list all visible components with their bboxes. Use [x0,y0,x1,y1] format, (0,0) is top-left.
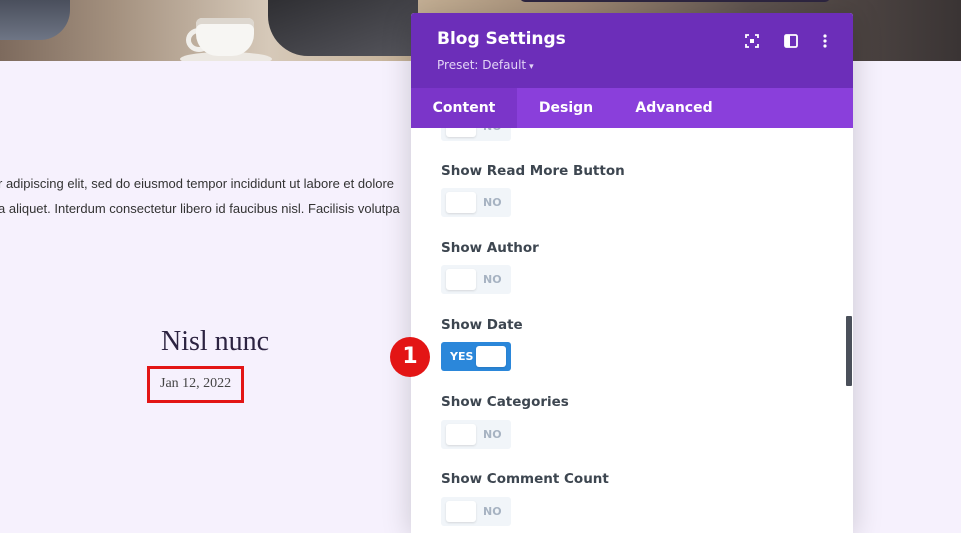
tab-design[interactable]: Design [517,88,615,128]
toggle-state: NO [483,505,502,518]
option-label-read-more: Show Read More Button [441,163,625,179]
option-label-date: Show Date [441,317,523,333]
toggle-state: NO [483,428,502,441]
toggle-show-categories[interactable]: NO [441,420,511,449]
toggle-knob [476,346,506,367]
panel-header: Blog Settings Preset: Default ▾ [411,13,853,88]
option-label-author: Show Author [441,240,539,256]
post-title[interactable]: Nisl nunc [161,326,269,358]
step-number-badge: 1 [390,337,430,377]
toggle-state: NO [483,196,502,209]
fullscreen-icon[interactable] [744,33,760,49]
photo-coffee-cup [196,18,254,56]
toggle-knob [446,192,476,213]
toggle-knob [446,424,476,445]
toggle-state: YES [450,350,474,363]
toggle-previous-option[interactable]: NO [441,128,511,141]
toggle-show-date[interactable]: YES [441,342,511,371]
option-label-categories: Show Categories [441,394,569,410]
toggle-show-comment-count[interactable]: NO [441,497,511,526]
toggle-show-author[interactable]: NO [441,265,511,294]
tab-content[interactable]: Content [411,88,517,128]
preset-dropdown[interactable]: Preset: Default ▾ [437,58,534,72]
panel-scrollbar[interactable] [846,316,852,386]
sidebar-layout-icon[interactable] [783,33,799,49]
tab-advanced[interactable]: Advanced [615,88,733,128]
toggle-knob [446,269,476,290]
toggle-read-more-button[interactable]: NO [441,188,511,217]
toggle-state: NO [483,128,502,141]
preset-label: Preset: Default [437,58,527,72]
panel-tabs: Content Design Advanced [411,88,853,128]
post-date: Jan 12, 2022 [160,376,232,391]
caret-down-icon: ▾ [529,62,534,72]
post-excerpt-line-1: r adipiscing elit, sed do eiusmod tempor… [0,176,395,191]
more-options-icon[interactable] [817,33,833,49]
post-excerpt-line-2: a aliquet. Interdum consectetur libero i… [0,201,400,216]
toggle-knob [446,128,476,137]
photo-device [268,0,418,56]
toggle-knob [446,501,476,522]
blog-settings-panel: Blog Settings Preset: Default ▾ Content D… [411,13,853,533]
option-label-comment-count: Show Comment Count [441,471,609,487]
top-bar-element [520,0,830,2]
panel-body: NO Show Read More Button NO Show Author … [411,128,853,533]
panel-title: Blog Settings [437,29,566,49]
toggle-state: NO [483,273,502,286]
photo-sleeve [0,0,70,40]
